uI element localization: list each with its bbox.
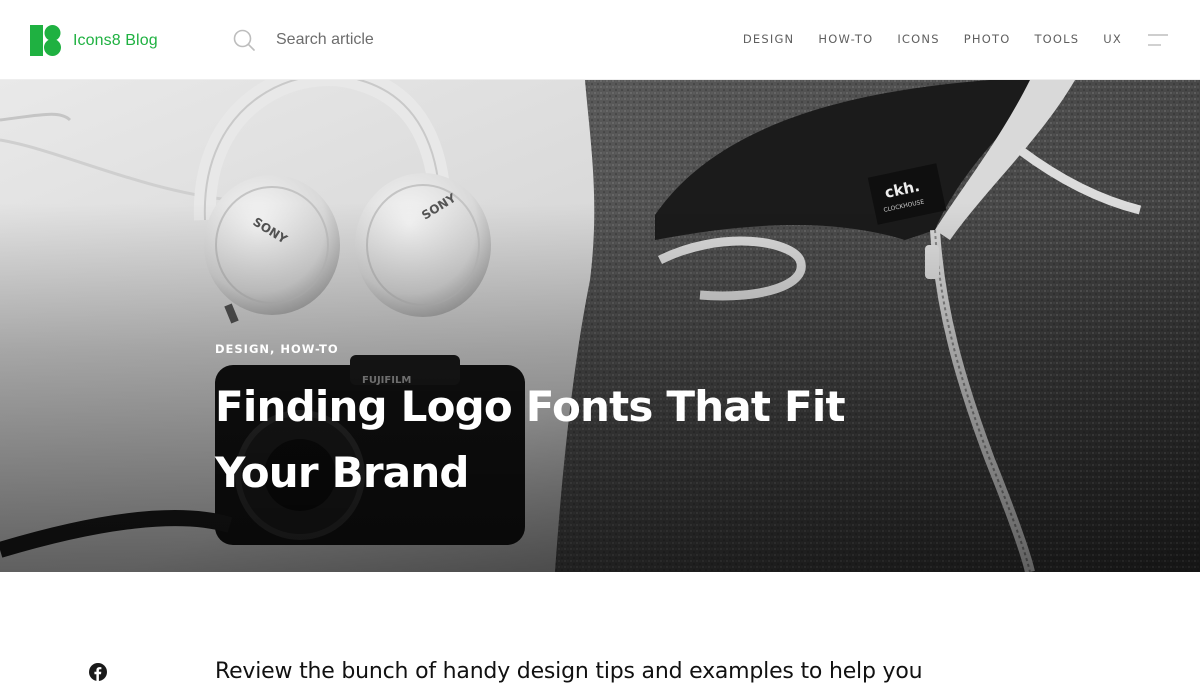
search-bar [232, 26, 532, 54]
hero-banner: SONY SONY FUJIFILM ckh. CLOCKHOUSE DESIG… [0, 80, 1200, 572]
icons8-logo-icon [30, 25, 61, 56]
nav-item-ux[interactable]: UX [1103, 32, 1122, 46]
logo-text: Icons8 Blog [73, 31, 158, 49]
article-intro: Review the bunch of handy design tips an… [215, 659, 923, 684]
site-logo[interactable]: Icons8 Blog [30, 25, 158, 56]
main-nav: DESIGN HOW-TO ICONS PHOTO TOOLS UX [719, 32, 1122, 46]
nav-item-icons[interactable]: ICONS [897, 32, 939, 46]
hero-content: DESIGN, HOW-TO Finding Logo Fonts That F… [215, 342, 975, 506]
nav-item-how-to[interactable]: HOW-TO [818, 32, 873, 46]
article-categories[interactable]: DESIGN, HOW-TO [215, 342, 975, 356]
nav-item-tools[interactable]: TOOLS [1034, 32, 1079, 46]
facebook-icon[interactable] [89, 663, 107, 681]
hamburger-icon[interactable] [1148, 34, 1168, 46]
search-icon[interactable] [232, 28, 256, 52]
search-input[interactable] [276, 31, 516, 49]
nav-item-design[interactable]: DESIGN [743, 32, 795, 46]
site-header: Icons8 Blog DESIGN HOW-TO ICONS PHOTO TO… [0, 0, 1200, 80]
nav-item-photo[interactable]: PHOTO [964, 32, 1011, 46]
article-title: Finding Logo Fonts That Fit Your Brand [215, 382, 846, 497]
